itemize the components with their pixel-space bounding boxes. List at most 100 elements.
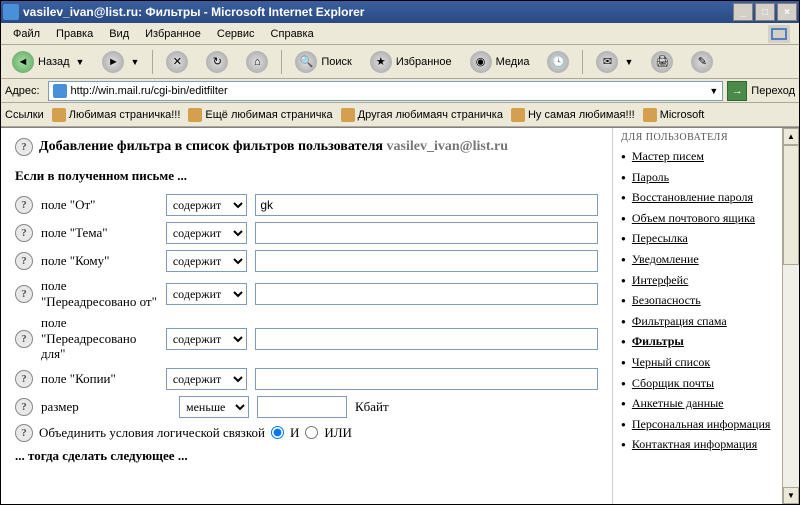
help-icon[interactable]: ? <box>15 196 33 214</box>
value-input[interactable] <box>255 283 598 305</box>
address-input[interactable]: http://win.mail.ru/cgi-bin/editfilter ▼ <box>48 81 724 101</box>
back-button[interactable]: ◄ Назад ▼ <box>5 48 91 76</box>
favorite-icon <box>341 108 355 122</box>
sidebar-item[interactable]: Мастер писем <box>632 149 704 163</box>
history-icon: 🕓 <box>547 51 569 73</box>
user-email: vasilev_ivan@list.ru <box>387 139 509 154</box>
chevron-down-icon[interactable]: ▼ <box>709 86 718 96</box>
sidebar-item[interactable]: Безопасность <box>632 293 701 307</box>
search-button[interactable]: 🔍Поиск <box>288 48 358 76</box>
refresh-button[interactable]: ↻ <box>199 48 235 76</box>
operator-select[interactable]: содержит <box>166 194 248 216</box>
titlebar: vasilev_ivan@list.ru: Фильтры - Microsof… <box>1 1 799 23</box>
minimize-button[interactable]: _ <box>733 3 753 21</box>
field-label: размер <box>41 399 171 415</box>
sidebar-item[interactable]: Интерфейс <box>632 273 689 287</box>
link-item[interactable]: Ну самая любимая!!! <box>511 108 635 122</box>
menu-edit[interactable]: Правка <box>48 26 101 42</box>
field-label: поле "Копии" <box>41 371 158 387</box>
then-label: ... тогда сделать следующее ... <box>15 448 598 464</box>
value-input[interactable] <box>255 250 598 272</box>
media-icon: ◉ <box>470 51 492 73</box>
value-input[interactable] <box>255 222 598 244</box>
address-label: Адрес: <box>5 85 40 97</box>
main-content: ? Добавление фильтра в список фильтров п… <box>1 128 612 504</box>
help-icon[interactable]: ? <box>15 370 33 388</box>
scroll-up-button[interactable]: ▲ <box>783 128 799 145</box>
ie-logo-icon <box>763 24 795 44</box>
sidebar-item[interactable]: Анкетные данные <box>632 396 724 410</box>
scroll-thumb[interactable] <box>783 145 799 265</box>
search-icon: 🔍 <box>295 51 317 73</box>
forward-button[interactable]: ► ▼ <box>95 48 146 76</box>
go-button[interactable]: → <box>727 81 747 101</box>
operator-select[interactable]: содержит <box>166 328 248 350</box>
value-input[interactable] <box>255 194 598 216</box>
window-title: vasilev_ivan@list.ru: Фильтры - Microsof… <box>23 5 733 19</box>
sidebar-item[interactable]: Персональная информация <box>632 417 771 431</box>
home-button[interactable]: ⌂ <box>239 48 275 76</box>
help-icon[interactable]: ? <box>15 398 33 416</box>
operator-select[interactable]: содержит <box>166 222 248 244</box>
sidebar-item[interactable]: Уведомление <box>632 252 699 266</box>
sidebar-item[interactable]: Черный список <box>632 355 710 369</box>
operator-select[interactable]: содержит <box>166 283 248 305</box>
stop-button[interactable]: ✕ <box>159 48 195 76</box>
sidebar-item-active[interactable]: Фильтры <box>632 334 684 348</box>
favorites-button[interactable]: ★Избранное <box>363 48 459 76</box>
print-button[interactable]: 🖨 <box>644 48 680 76</box>
combine-label: Объединить условия логической связкой <box>39 425 265 441</box>
mail-icon: ✉ <box>596 51 618 73</box>
sidebar-item[interactable]: Объем почтового ящика <box>632 211 755 225</box>
operator-select[interactable]: содержит <box>166 368 248 390</box>
menu-tools[interactable]: Сервис <box>209 26 263 42</box>
sidebar-item[interactable]: Фильтрация спама <box>632 314 727 328</box>
maximize-button[interactable]: □ <box>755 3 775 21</box>
link-item[interactable]: Microsoft <box>643 108 705 122</box>
link-item[interactable]: Любимая страничка!!! <box>52 108 181 122</box>
help-icon[interactable]: ? <box>15 224 33 242</box>
help-icon[interactable]: ? <box>15 138 33 156</box>
edit-button[interactable]: ✎ <box>684 48 720 76</box>
addressbar: Адрес: http://win.mail.ru/cgi-bin/editfi… <box>1 79 799 103</box>
and-radio[interactable] <box>271 426 284 439</box>
value-input[interactable] <box>255 328 598 350</box>
menu-help[interactable]: Справка <box>263 26 322 42</box>
page-icon <box>53 84 67 98</box>
menu-file[interactable]: Файл <box>5 26 48 42</box>
scroll-down-button[interactable]: ▼ <box>783 487 799 504</box>
close-button[interactable]: × <box>777 3 797 21</box>
help-icon[interactable]: ? <box>15 424 33 442</box>
scrollbar[interactable]: ▲ ▼ <box>782 128 799 504</box>
link-item[interactable]: Другая любимаяч страничка <box>341 108 503 122</box>
go-label: Переход <box>751 85 795 97</box>
menu-view[interactable]: Вид <box>101 26 137 42</box>
sidebar-item[interactable]: Сборщик почты <box>632 376 714 390</box>
filter-row-cc: ? поле "Копии" содержит <box>15 368 598 390</box>
forward-icon: ► <box>102 51 124 73</box>
sidebar-item[interactable]: Контактная информация <box>632 437 757 451</box>
mail-button[interactable]: ✉▼ <box>589 48 640 76</box>
size-op-select[interactable]: меньше <box>179 396 249 418</box>
media-button[interactable]: ◉Медиа <box>463 48 537 76</box>
help-icon[interactable]: ? <box>15 252 33 270</box>
home-icon: ⌂ <box>246 51 268 73</box>
value-input[interactable] <box>255 368 598 390</box>
field-label: поле "Переадресовано от" <box>41 278 158 309</box>
operator-select[interactable]: содержит <box>166 250 248 272</box>
size-input[interactable] <box>257 396 347 418</box>
help-icon[interactable]: ? <box>15 285 33 303</box>
favorite-icon <box>188 108 202 122</box>
favorite-icon <box>511 108 525 122</box>
or-radio[interactable] <box>305 426 318 439</box>
field-label: поле "Тема" <box>41 225 158 241</box>
history-button[interactable]: 🕓 <box>540 48 576 76</box>
ie-icon <box>3 4 19 20</box>
sidebar-item[interactable]: Пересылка <box>632 231 688 245</box>
link-item[interactable]: Ещё любимая страничка <box>188 108 332 122</box>
help-icon[interactable]: ? <box>15 330 33 348</box>
sidebar-item[interactable]: Восстановление пароля <box>632 190 753 204</box>
sidebar-item[interactable]: Пароль <box>632 170 669 184</box>
star-icon: ★ <box>370 51 392 73</box>
menu-favorites[interactable]: Избранное <box>137 26 209 42</box>
